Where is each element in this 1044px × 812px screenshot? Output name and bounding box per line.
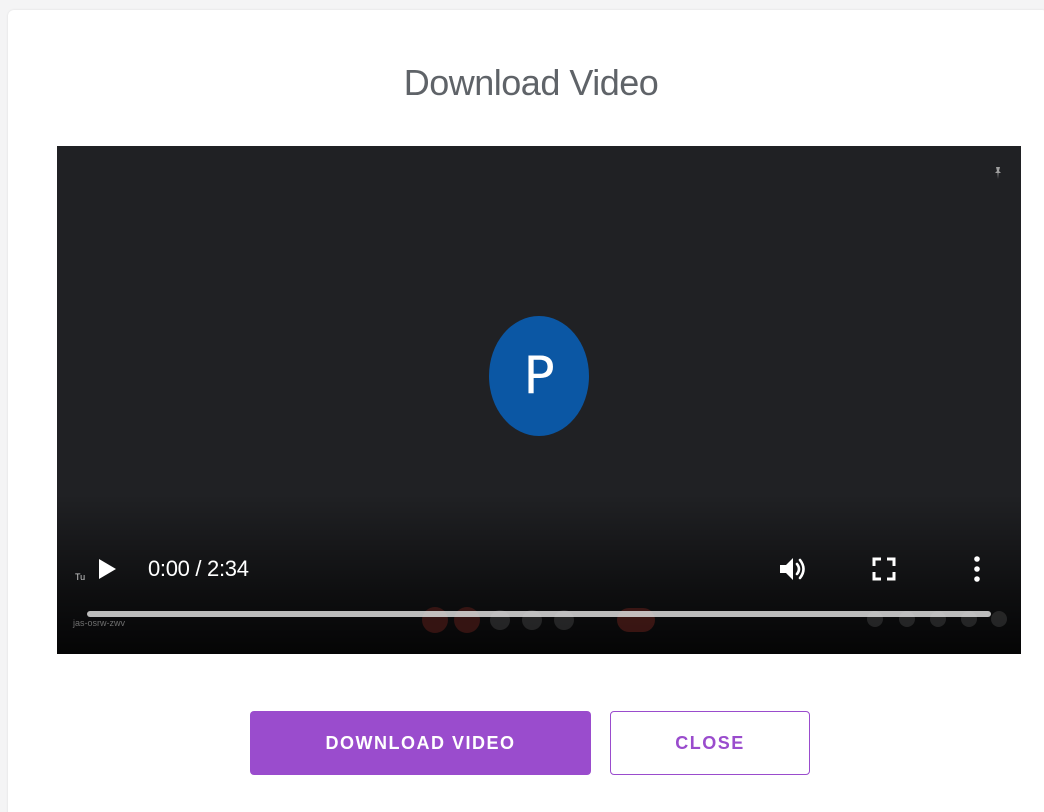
- download-video-dialog: Download Video P jas-osrw-zwv Tu 0:00 / …: [8, 10, 1044, 812]
- corner-label: Tu: [75, 572, 86, 582]
- avatar-letter: P: [523, 346, 555, 406]
- meeting-code: jas-osrw-zwv: [73, 618, 126, 628]
- participant-avatar: P: [489, 316, 589, 436]
- play-icon[interactable]: [97, 558, 117, 580]
- dialog-title: Download Video: [403, 62, 659, 103]
- volume-icon[interactable]: [779, 556, 809, 582]
- pin-icon: [995, 167, 1001, 179]
- video-player[interactable]: P jas-osrw-zwv Tu 0:00 / 2:34: [57, 146, 1021, 654]
- download-video-button[interactable]: DOWNLOAD VIDEO: [250, 711, 591, 775]
- more-vert-icon[interactable]: [967, 555, 987, 583]
- meet-toolbar-background: jas-osrw-zwv: [57, 602, 1021, 642]
- time-display: 0:00 / 2:34: [148, 556, 249, 581]
- video-progress-bar[interactable]: [87, 611, 991, 617]
- fullscreen-icon[interactable]: [872, 557, 896, 581]
- faint-lock-icon: [991, 611, 1007, 627]
- close-button[interactable]: CLOSE: [610, 711, 810, 775]
- page: Download Video P jas-osrw-zwv Tu 0:00 / …: [0, 0, 1044, 812]
